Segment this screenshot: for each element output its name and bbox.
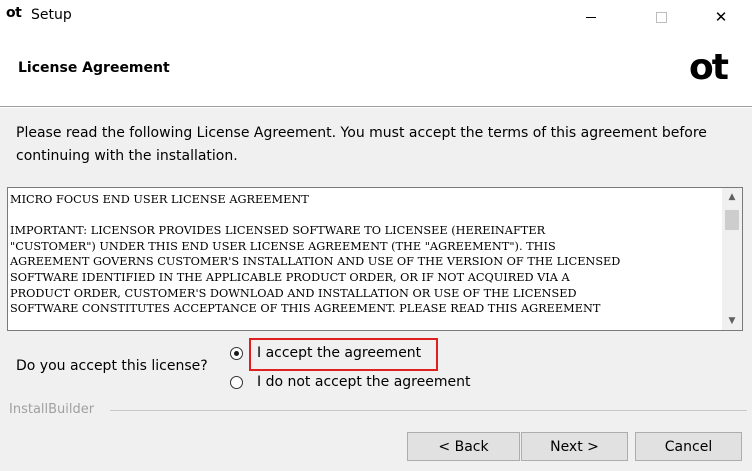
brand-logo: ot: [689, 47, 729, 88]
cancel-button[interactable]: Cancel: [635, 432, 742, 461]
license-text-box[interactable]: MICRO FOCUS END USER LICENSE AGREEMENT I…: [7, 187, 743, 331]
page-title: License Agreement: [18, 60, 170, 76]
highlight-box: [249, 338, 438, 371]
back-button[interactable]: < Back: [407, 432, 520, 461]
close-icon: ✕: [714, 8, 728, 26]
scroll-down-icon[interactable]: ▼: [722, 312, 742, 330]
minimize-button[interactable]: [568, 0, 614, 34]
minimize-icon: [586, 16, 596, 18]
maximize-button[interactable]: [638, 0, 684, 34]
accept-radio[interactable]: [230, 347, 243, 360]
intro-text: Please read the following License Agreem…: [16, 125, 707, 164]
decline-label[interactable]: I do not accept the agreement: [257, 374, 470, 390]
vertical-scrollbar[interactable]: ▲ ▼: [722, 188, 742, 330]
close-button[interactable]: ✕: [698, 0, 744, 34]
footer-divider: [110, 410, 747, 411]
license-text: MICRO FOCUS END USER LICENSE AGREEMENT I…: [10, 193, 621, 316]
window-title: Setup: [31, 7, 72, 23]
accept-question: Do you accept this license?: [16, 358, 208, 374]
scroll-thumb[interactable]: [725, 210, 739, 230]
next-button[interactable]: Next >: [521, 432, 628, 461]
decline-radio[interactable]: [230, 376, 243, 389]
scroll-up-icon[interactable]: ▲: [722, 188, 742, 206]
app-icon: ot: [6, 5, 22, 21]
maximize-icon: [655, 11, 667, 23]
radio-selected-dot: [234, 351, 239, 356]
installbuilder-label: InstallBuilder: [9, 402, 95, 417]
